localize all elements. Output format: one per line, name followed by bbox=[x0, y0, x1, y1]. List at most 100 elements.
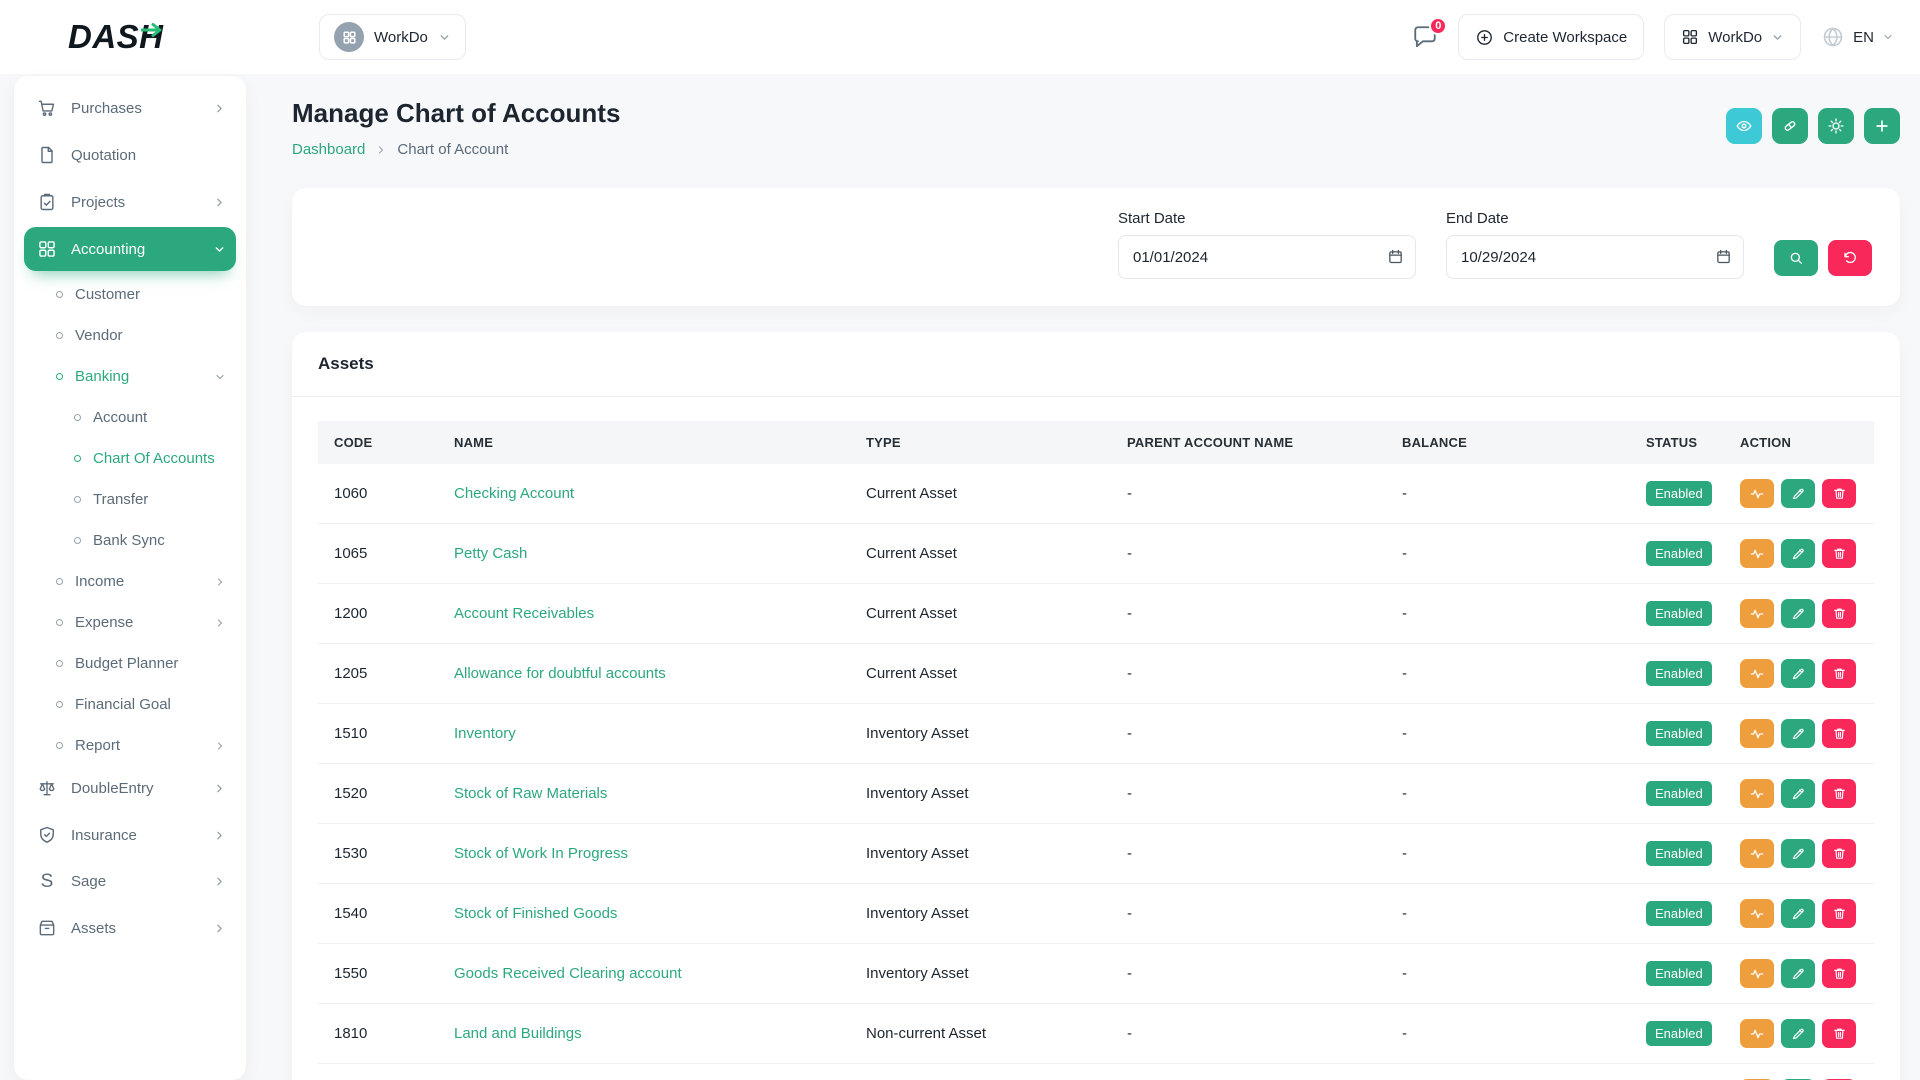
workspace-selector[interactable]: WorkDo bbox=[319, 14, 466, 60]
account-name-link[interactable]: Account Receivables bbox=[454, 605, 594, 622]
delete-button[interactable] bbox=[1822, 719, 1856, 748]
row-actions bbox=[1740, 959, 1858, 988]
apps-menu-button[interactable]: WorkDo bbox=[1664, 14, 1801, 60]
sidebar-item-quotation[interactable]: Quotation bbox=[24, 133, 236, 177]
start-date-input[interactable] bbox=[1118, 235, 1416, 279]
sidebar-item-budget-planner[interactable]: Budget Planner bbox=[24, 643, 236, 684]
parent-account-name: - bbox=[1111, 464, 1386, 524]
delete-button[interactable] bbox=[1822, 779, 1856, 808]
edit-button[interactable] bbox=[1781, 839, 1815, 868]
sidebar-item-double-entry[interactable]: DoubleEntry bbox=[24, 766, 236, 810]
document-icon bbox=[36, 145, 58, 165]
box-icon bbox=[36, 918, 58, 938]
sidebar-item-accounting[interactable]: Accounting bbox=[24, 227, 236, 271]
edit-button[interactable] bbox=[1781, 479, 1815, 508]
transactions-button[interactable] bbox=[1740, 719, 1774, 748]
edit-button[interactable] bbox=[1781, 659, 1815, 688]
transactions-button[interactable] bbox=[1740, 839, 1774, 868]
end-date-input[interactable] bbox=[1446, 235, 1744, 279]
sidebar-item-customer[interactable]: Customer bbox=[24, 274, 236, 315]
sidebar-item-insurance[interactable]: Insurance bbox=[24, 813, 236, 857]
transactions-button[interactable] bbox=[1740, 599, 1774, 628]
create-workspace-button[interactable]: Create Workspace bbox=[1458, 14, 1644, 60]
account-name-link[interactable]: Inventory bbox=[454, 725, 516, 742]
table-row: 1550 Goods Received Clearing account Inv… bbox=[318, 944, 1874, 1004]
transactions-button[interactable] bbox=[1740, 779, 1774, 808]
account-name-link[interactable]: Petty Cash bbox=[454, 545, 527, 562]
sidebar-item-sage[interactable]: S Sage bbox=[24, 860, 236, 903]
delete-button[interactable] bbox=[1822, 839, 1856, 868]
breadcrumb-current: Chart of Account bbox=[397, 141, 508, 158]
sidebar-item-vendor[interactable]: Vendor bbox=[24, 315, 236, 356]
sidebar-item-bank-sync[interactable]: Bank Sync bbox=[24, 520, 236, 561]
sidebar-item-assets[interactable]: Assets bbox=[24, 906, 236, 950]
messages-button[interactable]: 0 bbox=[1412, 24, 1438, 50]
language-selector[interactable]: EN bbox=[1821, 25, 1894, 49]
search-button[interactable] bbox=[1774, 240, 1818, 276]
account-name-link[interactable]: Stock of Raw Materials bbox=[454, 785, 607, 802]
ai-button[interactable] bbox=[1772, 108, 1808, 144]
edit-button[interactable] bbox=[1781, 959, 1815, 988]
account-name-link[interactable]: Goods Received Clearing account bbox=[454, 965, 682, 982]
edit-button[interactable] bbox=[1781, 1019, 1815, 1048]
edit-button[interactable] bbox=[1781, 539, 1815, 568]
transactions-button[interactable] bbox=[1740, 959, 1774, 988]
column-header-action: ACTION bbox=[1724, 421, 1874, 464]
chevron-right-icon bbox=[213, 196, 226, 209]
delete-button[interactable] bbox=[1822, 479, 1856, 508]
account-name-link[interactable]: Stock of Work In Progress bbox=[454, 845, 628, 862]
settings-button[interactable] bbox=[1818, 108, 1854, 144]
row-actions bbox=[1740, 719, 1858, 748]
app-logo[interactable]: DASH bbox=[0, 18, 291, 56]
page-actions bbox=[1726, 108, 1900, 144]
pencil-icon bbox=[1791, 846, 1806, 861]
account-name-link[interactable]: Allowance for doubtful accounts bbox=[454, 665, 666, 682]
reset-filter-button[interactable] bbox=[1828, 240, 1872, 276]
add-button[interactable] bbox=[1864, 108, 1900, 144]
transactions-button[interactable] bbox=[1740, 899, 1774, 928]
transactions-button[interactable] bbox=[1740, 479, 1774, 508]
account-name-link[interactable]: Stock of Finished Goods bbox=[454, 905, 617, 922]
preview-button[interactable] bbox=[1726, 108, 1762, 144]
account-name-link[interactable]: Land and Buildings bbox=[454, 1025, 582, 1042]
trash-icon bbox=[1832, 1026, 1847, 1041]
account-balance: - bbox=[1386, 704, 1630, 764]
account-balance: - bbox=[1386, 944, 1630, 1004]
delete-button[interactable] bbox=[1822, 539, 1856, 568]
sidebar-item-purchases[interactable]: Purchases bbox=[24, 86, 236, 130]
page-header: Manage Chart of Accounts Dashboard Chart… bbox=[292, 98, 1900, 158]
sidebar-item-banking[interactable]: Banking bbox=[24, 356, 236, 397]
sidebar-item-financial-goal[interactable]: Financial Goal bbox=[24, 684, 236, 725]
edit-button[interactable] bbox=[1781, 719, 1815, 748]
transactions-button[interactable] bbox=[1740, 539, 1774, 568]
sidebar-item-transfer[interactable]: Transfer bbox=[24, 479, 236, 520]
layout-grid-icon bbox=[36, 239, 58, 259]
status-badge: Enabled bbox=[1646, 601, 1712, 626]
breadcrumb-dashboard-link[interactable]: Dashboard bbox=[292, 141, 365, 158]
sidebar-item-expense[interactable]: Expense bbox=[24, 602, 236, 643]
delete-button[interactable] bbox=[1822, 599, 1856, 628]
transactions-button[interactable] bbox=[1740, 1019, 1774, 1048]
row-actions bbox=[1740, 599, 1858, 628]
start-date-group: Start Date bbox=[1118, 210, 1416, 279]
transactions-button[interactable] bbox=[1740, 659, 1774, 688]
sidebar-item-account[interactable]: Account bbox=[24, 397, 236, 438]
status-badge: Enabled bbox=[1646, 661, 1712, 686]
globe-icon bbox=[1821, 25, 1845, 49]
delete-button[interactable] bbox=[1822, 1019, 1856, 1048]
edit-button[interactable] bbox=[1781, 599, 1815, 628]
sidebar-item-chart-of-accounts[interactable]: Chart Of Accounts bbox=[24, 438, 236, 479]
sidebar-item-label: Bank Sync bbox=[93, 532, 165, 549]
chevron-right-icon bbox=[375, 144, 387, 156]
sidebar-item-report[interactable]: Report bbox=[24, 725, 236, 766]
account-name-link[interactable]: Checking Account bbox=[454, 485, 574, 502]
sidebar-item-income[interactable]: Income bbox=[24, 561, 236, 602]
edit-button[interactable] bbox=[1781, 899, 1815, 928]
delete-button[interactable] bbox=[1822, 659, 1856, 688]
parent-account-name: - bbox=[1111, 524, 1386, 584]
delete-button[interactable] bbox=[1822, 899, 1856, 928]
edit-button[interactable] bbox=[1781, 779, 1815, 808]
sidebar-item-projects[interactable]: Projects bbox=[24, 180, 236, 224]
delete-button[interactable] bbox=[1822, 959, 1856, 988]
bullet-icon bbox=[56, 578, 63, 585]
